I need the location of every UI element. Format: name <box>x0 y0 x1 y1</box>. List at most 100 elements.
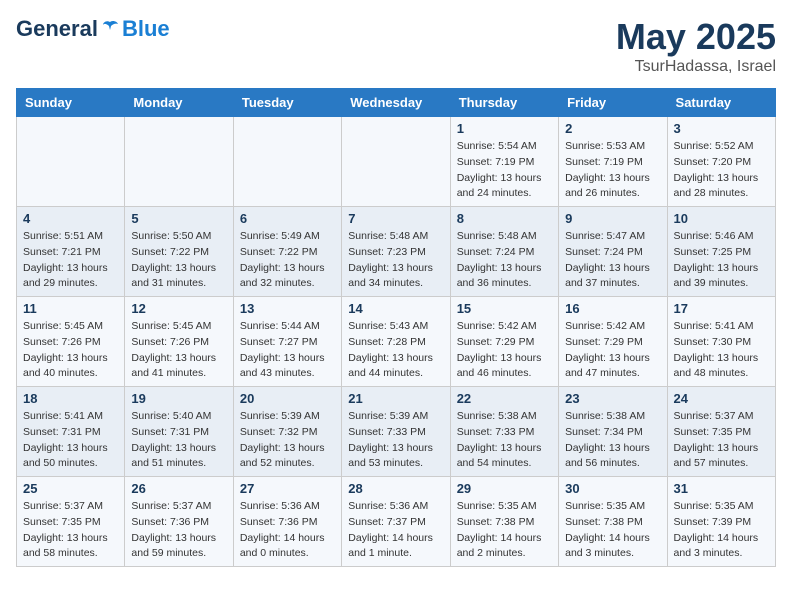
day-info: Sunrise: 5:38 AM Sunset: 7:33 PM Dayligh… <box>457 409 552 472</box>
day-info: Sunrise: 5:48 AM Sunset: 7:24 PM Dayligh… <box>457 229 552 292</box>
table-cell: 30 Sunrise: 5:35 AM Sunset: 7:38 PM Dayli… <box>559 477 667 567</box>
day-info: Sunrise: 5:53 AM Sunset: 7:19 PM Dayligh… <box>565 139 660 202</box>
day-number: 14 <box>348 301 443 316</box>
day-info: Sunrise: 5:37 AM Sunset: 7:35 PM Dayligh… <box>674 409 769 472</box>
table-cell: 10 Sunrise: 5:46 AM Sunset: 7:25 PM Dayli… <box>667 207 775 297</box>
day-number: 11 <box>23 301 118 316</box>
month-year-title: May 2025 <box>616 16 776 58</box>
day-info: Sunrise: 5:46 AM Sunset: 7:25 PM Dayligh… <box>674 229 769 292</box>
day-info: Sunrise: 5:45 AM Sunset: 7:26 PM Dayligh… <box>131 319 226 382</box>
table-cell: 25 Sunrise: 5:37 AM Sunset: 7:35 PM Dayli… <box>17 477 125 567</box>
day-info: Sunrise: 5:42 AM Sunset: 7:29 PM Dayligh… <box>457 319 552 382</box>
col-thursday: Thursday <box>450 89 558 117</box>
table-cell: 11Sunrise: 5:45 AM Sunset: 7:26 PM Dayli… <box>17 297 125 387</box>
table-cell <box>17 117 125 207</box>
logo: General Blue <box>16 16 170 42</box>
logo-general: General <box>16 16 98 42</box>
day-number: 5 <box>131 211 226 226</box>
table-cell: 4 Sunrise: 5:51 AM Sunset: 7:21 PM Daylig… <box>17 207 125 297</box>
calendar-week-row: 18Sunrise: 5:41 AM Sunset: 7:31 PM Dayli… <box>17 387 776 477</box>
page-header: General Blue May 2025 TsurHadassa, Israe… <box>16 16 776 76</box>
table-cell: 16 Sunrise: 5:42 AM Sunset: 7:29 PM Dayli… <box>559 297 667 387</box>
table-cell: 5 Sunrise: 5:50 AM Sunset: 7:22 PM Daylig… <box>125 207 233 297</box>
day-number: 16 <box>565 301 660 316</box>
day-info: Sunrise: 5:54 AM Sunset: 7:19 PM Dayligh… <box>457 139 552 202</box>
day-number: 6 <box>240 211 335 226</box>
table-cell: 31 Sunrise: 5:35 AM Sunset: 7:39 PM Dayli… <box>667 477 775 567</box>
table-cell: 22 Sunrise: 5:38 AM Sunset: 7:33 PM Dayli… <box>450 387 558 477</box>
table-cell: 23 Sunrise: 5:38 AM Sunset: 7:34 PM Dayli… <box>559 387 667 477</box>
calendar-week-row: 11 Sunrise: 5:45 AM Sunset: 7:26 PM Dayli… <box>17 297 776 387</box>
day-info: Sunrise: 5:40 AM Sunset: 7:31 PM Dayligh… <box>131 409 226 472</box>
day-number: 23 <box>565 391 660 406</box>
day-number: 8 <box>457 211 552 226</box>
day-info: Sunrise: 5:52 AM Sunset: 7:20 PM Dayligh… <box>674 139 769 202</box>
table-cell: 8 Sunrise: 5:48 AM Sunset: 7:24 PM Daylig… <box>450 207 558 297</box>
table-cell: 14 Sunrise: 5:43 AM Sunset: 7:28 PM Dayli… <box>342 297 450 387</box>
table-cell: 9 Sunrise: 5:47 AM Sunset: 7:24 PM Daylig… <box>559 207 667 297</box>
col-tuesday: Tuesday <box>233 89 341 117</box>
day-number: 2 <box>565 121 660 136</box>
table-cell: 21Sunrise: 5:39 AM Sunset: 7:33 PM Dayli… <box>342 387 450 477</box>
col-friday: Friday <box>559 89 667 117</box>
day-number: 9 <box>565 211 660 226</box>
table-cell: 19 Sunrise: 5:40 AM Sunset: 7:31 PM Dayli… <box>125 387 233 477</box>
day-number: 27 <box>240 481 335 496</box>
day-number: 1 <box>457 121 552 136</box>
table-cell: 29 Sunrise: 5:35 AM Sunset: 7:38 PM Dayli… <box>450 477 558 567</box>
day-info: Sunrise: 5:44 AM Sunset: 7:27 PM Dayligh… <box>240 319 335 382</box>
day-info: Sunrise: 5:36 AM Sunset: 7:36 PM Dayligh… <box>240 499 335 562</box>
day-number: 20 <box>240 391 335 406</box>
table-cell: 13Sunrise: 5:44 AM Sunset: 7:27 PM Dayli… <box>233 297 341 387</box>
day-info: Sunrise: 5:49 AM Sunset: 7:22 PM Dayligh… <box>240 229 335 292</box>
day-info: Sunrise: 5:41 AM Sunset: 7:30 PM Dayligh… <box>674 319 769 382</box>
day-number: 24 <box>674 391 769 406</box>
calendar-header-row: Sunday Monday Tuesday Wednesday Thursday… <box>17 89 776 117</box>
day-info: Sunrise: 5:37 AM Sunset: 7:35 PM Dayligh… <box>23 499 118 562</box>
location-title: TsurHadassa, Israel <box>616 58 776 76</box>
table-cell <box>233 117 341 207</box>
table-cell: 17 Sunrise: 5:41 AM Sunset: 7:30 PM Dayli… <box>667 297 775 387</box>
day-number: 10 <box>674 211 769 226</box>
table-cell: 27 Sunrise: 5:36 AM Sunset: 7:36 PM Dayli… <box>233 477 341 567</box>
day-number: 29 <box>457 481 552 496</box>
table-cell: 3Sunrise: 5:52 AM Sunset: 7:20 PM Daylig… <box>667 117 775 207</box>
col-saturday: Saturday <box>667 89 775 117</box>
calendar-week-row: 1 Sunrise: 5:54 AM Sunset: 7:19 PM Daylig… <box>17 117 776 207</box>
table-cell <box>342 117 450 207</box>
day-number: 30 <box>565 481 660 496</box>
table-cell: 6 Sunrise: 5:49 AM Sunset: 7:22 PM Daylig… <box>233 207 341 297</box>
table-cell: 28 Sunrise: 5:36 AM Sunset: 7:37 PM Dayli… <box>342 477 450 567</box>
day-info: Sunrise: 5:36 AM Sunset: 7:37 PM Dayligh… <box>348 499 443 562</box>
day-info: Sunrise: 5:51 AM Sunset: 7:21 PM Dayligh… <box>23 229 118 292</box>
day-info: Sunrise: 5:35 AM Sunset: 7:39 PM Dayligh… <box>674 499 769 562</box>
day-info: Sunrise: 5:42 AM Sunset: 7:29 PM Dayligh… <box>565 319 660 382</box>
day-info: Sunrise: 5:35 AM Sunset: 7:38 PM Dayligh… <box>457 499 552 562</box>
day-info: Sunrise: 5:47 AM Sunset: 7:24 PM Dayligh… <box>565 229 660 292</box>
day-number: 4 <box>23 211 118 226</box>
col-wednesday: Wednesday <box>342 89 450 117</box>
day-info: Sunrise: 5:37 AM Sunset: 7:36 PM Dayligh… <box>131 499 226 562</box>
day-number: 22 <box>457 391 552 406</box>
day-info: Sunrise: 5:35 AM Sunset: 7:38 PM Dayligh… <box>565 499 660 562</box>
day-number: 19 <box>131 391 226 406</box>
table-cell: 24 Sunrise: 5:37 AM Sunset: 7:35 PM Dayli… <box>667 387 775 477</box>
day-number: 25 <box>23 481 118 496</box>
day-info: Sunrise: 5:43 AM Sunset: 7:28 PM Dayligh… <box>348 319 443 382</box>
day-info: Sunrise: 5:39 AM Sunset: 7:32 PM Dayligh… <box>240 409 335 472</box>
day-number: 7 <box>348 211 443 226</box>
table-cell: 1 Sunrise: 5:54 AM Sunset: 7:19 PM Daylig… <box>450 117 558 207</box>
day-number: 26 <box>131 481 226 496</box>
col-sunday: Sunday <box>17 89 125 117</box>
table-cell: 20 Sunrise: 5:39 AM Sunset: 7:32 PM Dayli… <box>233 387 341 477</box>
table-cell: 12Sunrise: 5:45 AM Sunset: 7:26 PM Dayli… <box>125 297 233 387</box>
table-cell <box>125 117 233 207</box>
table-cell: 2 Sunrise: 5:53 AM Sunset: 7:19 PM Daylig… <box>559 117 667 207</box>
logo-blue: Blue <box>122 16 170 42</box>
day-info: Sunrise: 5:38 AM Sunset: 7:34 PM Dayligh… <box>565 409 660 472</box>
day-info: Sunrise: 5:50 AM Sunset: 7:22 PM Dayligh… <box>131 229 226 292</box>
day-number: 17 <box>674 301 769 316</box>
logo-bird-icon <box>99 18 121 40</box>
day-number: 31 <box>674 481 769 496</box>
day-number: 28 <box>348 481 443 496</box>
